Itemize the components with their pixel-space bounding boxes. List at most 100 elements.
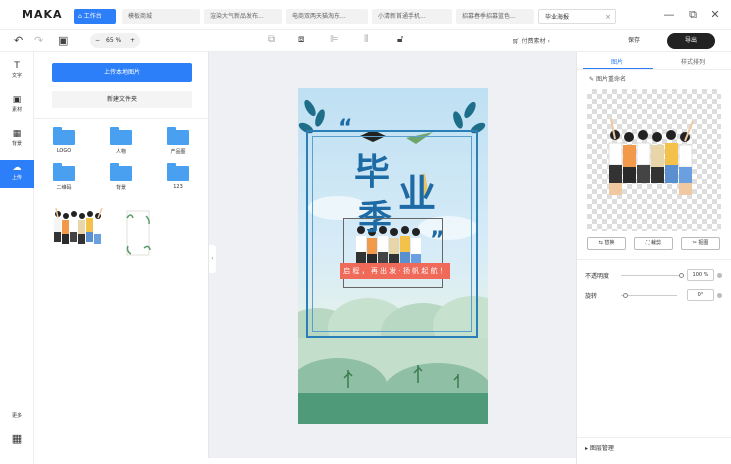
tab-label: 模板商城 [128,13,153,20]
tab-doc-1[interactable]: 渲染大气新品发布... [204,9,282,24]
layout-icon[interactable]: ▣ [58,34,68,48]
zoom-control: − 65 % + [90,33,140,48]
restore-icon[interactable]: ⧉ [686,8,700,22]
opacity-input[interactable]: 100 % [687,269,714,281]
tab-template-store[interactable]: 模板商城 [122,9,200,24]
rail-item-upload[interactable]: ☁ 上传 [0,160,34,188]
folder-icon [53,163,75,181]
folder-icon [167,163,189,181]
redo-icon[interactable]: ↷ [34,34,43,48]
folder-icon [110,127,132,145]
rail-item-material[interactable]: ▣ 素材 [0,92,34,120]
tab-label: 招募春季招募蓝色... [462,13,516,20]
folder-item[interactable]: 产品图 [160,127,196,160]
zoom-out-button[interactable]: − [95,33,100,48]
collapse-panel-icon[interactable]: ‹ [209,245,216,273]
folder-label: 产品图 [170,149,186,155]
crop-button[interactable]: ⛶ 裁剪 [634,237,673,250]
rotate-slider-knob[interactable] [623,293,628,298]
cutout-button[interactable]: ✂ 抠图 [681,237,720,250]
opacity-slider[interactable] [621,275,683,276]
minimize-icon[interactable]: — [662,8,676,22]
zoom-value[interactable]: 65 % [106,33,121,48]
rail-item-background[interactable]: ▦ 背景 [0,126,34,154]
save-button[interactable]: 保存 [628,34,640,48]
poster[interactable]: “ ” 毕 业 季 启 程 ， 再 出 发 · 扬 帆 起 航 ！ [298,88,488,424]
folder-label: 人物 [115,149,126,155]
tab-doc-4[interactable]: 招募春季招募蓝色... [456,9,534,24]
frame-thumbnail [126,210,151,256]
close-window-icon[interactable]: ✕ [708,8,722,22]
rail-label: 素材 [11,107,22,113]
rotate-label: 旋转 [585,293,598,300]
rail-item-text[interactable]: T 文字 [0,58,34,86]
uploaded-image-graduates[interactable] [50,206,114,258]
distribute-icon[interactable]: ⦀ [364,34,368,45]
upload-local-image-button[interactable]: 上传本地图片 [52,63,192,82]
tab-graduation-poster[interactable]: 毕业海报 × [538,9,616,24]
paid-material-link[interactable]: 🛒︎ 付费素材 › [512,36,550,45]
tab-doc-3[interactable]: 小清新首通手机... [372,9,452,24]
qrcode-icon[interactable]: ▦ [0,432,34,448]
poster-title-char-1[interactable]: 毕 [354,143,390,195]
folder-item[interactable]: 123 [160,163,196,196]
export-button[interactable]: 导出 [667,33,715,49]
image-icon: ▣ [12,95,22,105]
ungroup-icon[interactable]: ⧈ [298,34,304,45]
properties-panel: 图片 样式排列 ✎ 图片重命名 ⇆ 替换 ⛶ 裁剪 ✂ 抠图 不透明度 100 … [576,52,731,464]
zoom-in-button[interactable]: + [130,33,135,48]
folder-icon [110,163,132,181]
folder-label: 二维码 [56,185,72,191]
tab-label: 小清新首通手机... [378,13,426,20]
tab-label: 电商双两天猫淘东... [292,13,346,20]
tab-doc-2[interactable]: 电商双两天猫淘东... [286,9,368,24]
rotate-slider[interactable] [621,295,677,296]
left-rail: T 文字 ▣ 素材 ▦ 背景 ☁ 上传 更多 ▦ [0,52,34,464]
rotate-input[interactable]: 0° [687,289,714,301]
folder-item[interactable]: 人物 [103,127,139,160]
poster-banner[interactable]: 启 程 ， 再 出 发 · 扬 帆 起 航 ！ [340,263,450,279]
tab-label: 毕业海报 [545,14,570,21]
tab-workspace-label: 工作台 [83,13,102,20]
quote-open[interactable]: “ [338,116,352,141]
cart-icon: 🛒︎ [512,38,522,45]
folder-label: 背景 [115,185,126,191]
new-folder-button[interactable]: 新建文件夹 [52,91,192,108]
rotate-stepper-icon[interactable] [717,293,722,298]
lock-icon[interactable]: 🔓︎ [397,34,403,45]
rename-image-link[interactable]: ✎ 图片重命名 [589,74,626,83]
opacity-slider-knob[interactable] [679,273,684,278]
rail-item-more[interactable]: 更多 [0,412,34,424]
tab-style-arrange[interactable]: 样式排列 [681,57,705,66]
group-icon[interactable]: ⧉ [268,34,275,45]
rename-label: 图片重命名 [595,76,626,83]
folder-icon [167,127,189,145]
tab-image[interactable]: 图片 [611,57,623,66]
uploaded-image-frame[interactable] [124,208,152,258]
folder-item[interactable]: LOGO [46,127,82,160]
close-tab-icon[interactable]: × [605,10,611,23]
editor-window: MAKA ⌂ 工作台 模板商城 渲染大气新品发布... 电商双两天猫淘东... … [0,0,731,464]
folder-icon [53,127,75,145]
replace-button[interactable]: ⇆ 替换 [587,237,626,250]
rail-label: 文字 [11,73,22,79]
folder-item[interactable]: 二维码 [46,163,82,196]
divider [577,259,731,260]
title-bar: MAKA ⌂ 工作台 模板商城 渲染大气新品发布... 电商双两天猫淘东... … [0,0,731,30]
divider [577,69,731,70]
rail-label: 上传 [11,175,22,181]
toolbar: ↶ ↷ ▣ − 65 % + ⧉ ⧈ ⊫ ⦀ 🔓︎ 🛒︎ 付费素材 › 保存 导… [0,30,731,52]
cloud-upload-icon: ☁ [12,163,22,173]
folder-label: LOGO [56,148,72,154]
poster-title-char-2[interactable]: 业 [398,163,436,218]
align-icon[interactable]: ⊫ [330,34,339,45]
graduates-thumbnail [54,207,103,244]
undo-icon[interactable]: ↶ [14,34,23,48]
canvas-area[interactable]: ‹ “ ” 毕 业 季 启 程 ， 再 出 发 · 扬 帆 起 航 ！ [209,52,576,458]
opacity-stepper-icon[interactable] [717,273,722,278]
tab-workspace[interactable]: ⌂ 工作台 [74,9,116,24]
folder-item[interactable]: 背景 [103,163,139,196]
app-logo: MAKA [22,8,63,21]
layer-manager-toggle[interactable]: ▸ 图层管理 [585,443,614,452]
divider [34,118,209,119]
